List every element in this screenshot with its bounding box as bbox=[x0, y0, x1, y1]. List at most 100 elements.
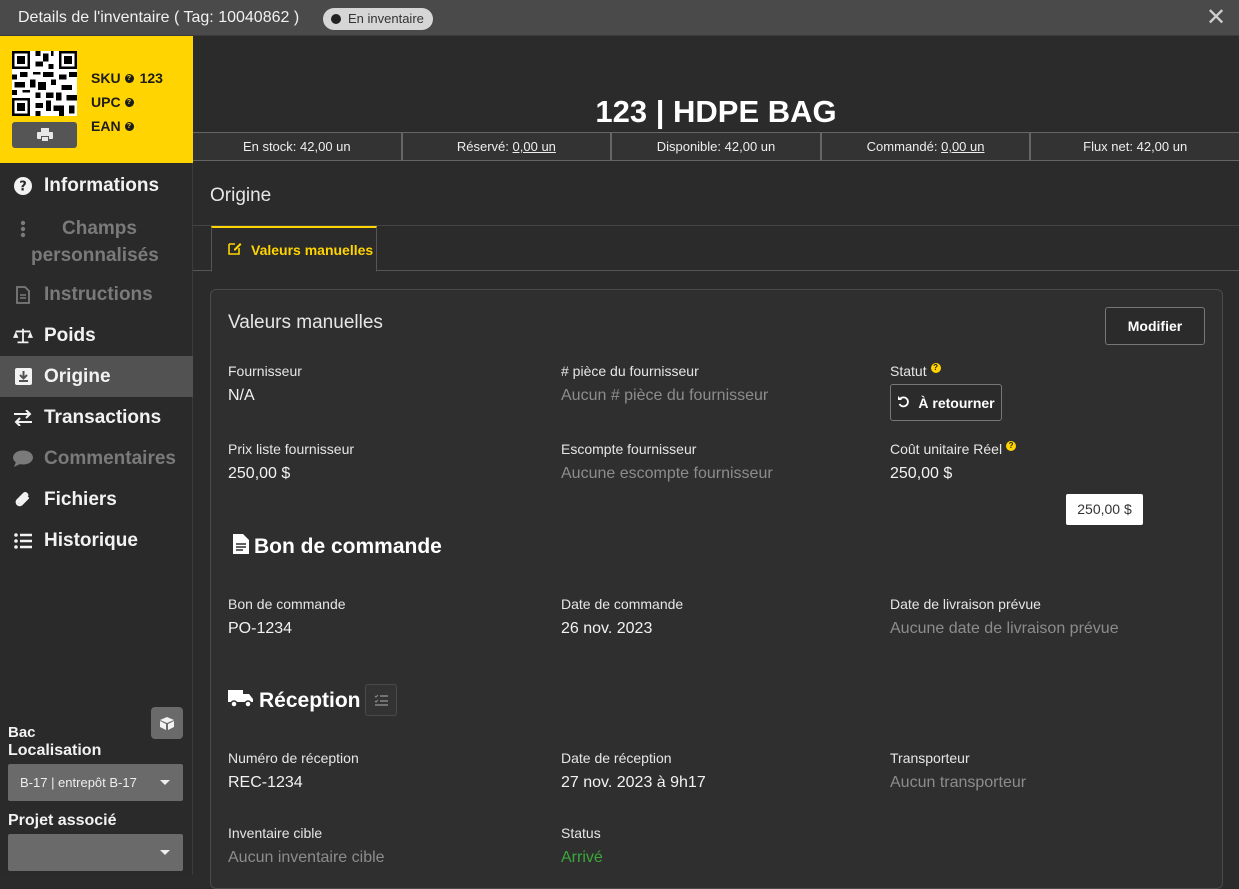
document-icon bbox=[13, 285, 33, 305]
numero-reception-field: Numéro de réception REC-1234 bbox=[228, 750, 359, 791]
chevron-down-icon bbox=[160, 850, 170, 855]
main-content: Origine Valeurs manuelles Valeurs manuel… bbox=[193, 161, 1239, 889]
modify-button[interactable]: Modifier bbox=[1105, 307, 1205, 345]
tab-valeurs-manuelles[interactable]: Valeurs manuelles bbox=[211, 226, 377, 272]
card-title: Valeurs manuelles bbox=[228, 312, 383, 333]
balance-scale-icon bbox=[13, 326, 33, 346]
sidebar-item-label: Transactions bbox=[44, 406, 162, 428]
prix-liste-field: Prix liste fournisseur 250,00 $ bbox=[228, 441, 355, 482]
product-codes: SKU? 123 UPC? EAN? bbox=[91, 66, 163, 138]
piece-fournisseur-field: # pièce du fournisseur Aucun # pièce du … bbox=[561, 363, 769, 404]
bon-commande-heading: Bon de commande bbox=[233, 534, 442, 560]
status-badge-label: En inventaire bbox=[348, 11, 424, 26]
stat-flux-net: Flux net: 42,00 un bbox=[1083, 139, 1188, 154]
section-title: Origine bbox=[210, 185, 272, 206]
sidebar-nav: ? Informations Champs personnalisés Inst… bbox=[0, 165, 193, 561]
stock-stats-bar: En stock: 42,00 un Réservé: 0,00 un Disp… bbox=[193, 132, 1239, 161]
truck-icon bbox=[228, 688, 254, 714]
sidebar-item-origine[interactable]: Origine bbox=[0, 356, 193, 397]
cout-tooltip: 250,00 $ bbox=[1066, 494, 1143, 525]
ean-label: EAN bbox=[91, 118, 121, 134]
projet-label: Projet associé bbox=[8, 812, 117, 829]
svg-text:?: ? bbox=[19, 179, 27, 194]
reception-heading: Réception bbox=[228, 688, 361, 714]
localisation-select[interactable]: B-17 | entrepôt B-17 bbox=[8, 764, 183, 801]
bon-commande-field: Bon de commande PO-1234 bbox=[228, 596, 346, 637]
date-livraison-field: Date de livraison prévue Aucune date de … bbox=[890, 596, 1119, 637]
download-box-icon bbox=[13, 367, 33, 387]
fournisseur-field: Fournisseur N/A bbox=[228, 363, 302, 404]
projet-select[interactable] bbox=[8, 834, 183, 871]
printer-icon bbox=[36, 128, 53, 142]
sidebar-item-label: Commentaires bbox=[44, 447, 176, 469]
stat-en-stock: En stock: 42,00 un bbox=[193, 133, 403, 160]
cout-unitaire-field: Coût unitaire Réel? 250,00 $ bbox=[890, 441, 1017, 483]
help-icon[interactable]: ? bbox=[124, 97, 134, 107]
exchange-arrows-icon bbox=[13, 408, 33, 428]
comment-icon bbox=[13, 449, 33, 469]
bac-row: Bac bbox=[8, 707, 183, 741]
sidebar: SKU? 123 UPC? EAN? ? Informations Champs … bbox=[0, 36, 193, 875]
statut-field: Statut? À retourner bbox=[890, 363, 1002, 421]
sidebar-item-champs[interactable]: Champs personnalisés bbox=[0, 206, 193, 274]
help-icon[interactable]: ? bbox=[124, 73, 134, 83]
sidebar-item-label: Fichiers bbox=[44, 488, 117, 510]
paperclip-icon bbox=[13, 490, 33, 510]
help-icon[interactable]: ? bbox=[930, 363, 941, 373]
close-icon[interactable]: ✕ bbox=[1203, 5, 1229, 31]
checklist-icon bbox=[374, 694, 388, 706]
question-circle-icon: ? bbox=[13, 176, 33, 196]
date-commande-field: Date de commande 26 nov. 2023 bbox=[561, 596, 684, 637]
sku-value: 123 bbox=[139, 70, 163, 86]
sidebar-item-commentaires[interactable]: Commentaires bbox=[0, 438, 193, 479]
undo-icon bbox=[897, 395, 910, 411]
tab-label: Valeurs manuelles bbox=[251, 241, 374, 258]
date-reception-field: Date de réception 27 nov. 2023 à 9h17 bbox=[561, 750, 706, 791]
a-retourner-button[interactable]: À retourner bbox=[890, 384, 1002, 421]
sidebar-item-historique[interactable]: Historique bbox=[0, 520, 193, 561]
window-titlebar: Details de l'inventaire ( Tag: 10040862 … bbox=[0, 0, 1239, 36]
status-field: Status Arrivé bbox=[561, 825, 603, 866]
sidebar-item-instructions[interactable]: Instructions bbox=[0, 274, 193, 315]
ean-row: EAN? bbox=[91, 114, 163, 138]
status-value: Arrivé bbox=[561, 849, 603, 866]
upc-row: UPC? bbox=[91, 90, 163, 114]
sidebar-item-label: Origine bbox=[44, 365, 111, 387]
escompte-field: Escompte fournisseur Aucune escompte fou… bbox=[561, 441, 773, 482]
localisation-value: B-17 | entrepôt B-17 bbox=[20, 775, 137, 790]
bac-label: Bac bbox=[8, 724, 36, 741]
stat-reserve[interactable]: Réservé: 0,00 un bbox=[403, 133, 613, 160]
file-text-icon bbox=[233, 534, 249, 560]
sidebar-item-fichiers[interactable]: Fichiers bbox=[0, 479, 193, 520]
product-title: 123 | HDPE BAG bbox=[595, 94, 837, 129]
chevron-down-icon bbox=[160, 780, 170, 785]
box-icon bbox=[160, 717, 174, 730]
sidebar-item-label: Champs personnalisés bbox=[31, 218, 159, 266]
sidebar-item-transactions[interactable]: Transactions bbox=[0, 397, 193, 438]
stat-disponible: Disponible: 42,00 un bbox=[612, 133, 822, 160]
list-icon bbox=[13, 531, 33, 551]
stat-commande[interactable]: Commandé: 0,00 un bbox=[822, 133, 1032, 160]
sidebar-item-label: Historique bbox=[44, 529, 138, 551]
checklist-button[interactable] bbox=[365, 684, 397, 716]
edit-icon bbox=[228, 241, 242, 258]
identity-box: SKU? 123 UPC? EAN? bbox=[0, 36, 193, 163]
item-header: 123 | HDPE BAG bbox=[193, 36, 1239, 132]
status-dot-icon bbox=[331, 14, 341, 24]
origine-card: Valeurs manuelles Modifier Fournisseur N… bbox=[210, 289, 1223, 889]
sidebar-item-label: Poids bbox=[44, 324, 96, 346]
print-button[interactable] bbox=[12, 122, 77, 148]
help-icon[interactable]: ? bbox=[1006, 441, 1017, 451]
help-icon[interactable]: ? bbox=[124, 121, 134, 131]
sku-row: SKU? 123 bbox=[91, 66, 163, 90]
transporteur-field: Transporteur Aucun transporteur bbox=[890, 750, 1027, 791]
sidebar-item-poids[interactable]: Poids bbox=[0, 315, 193, 356]
status-badge: En inventaire bbox=[323, 8, 433, 30]
sku-label: SKU bbox=[91, 70, 121, 86]
upc-label: UPC bbox=[91, 94, 121, 110]
bac-button[interactable] bbox=[151, 707, 183, 739]
vertical-ellipsis-icon bbox=[13, 219, 33, 239]
tab-bar: Valeurs manuelles bbox=[193, 225, 1239, 272]
sidebar-item-informations[interactable]: ? Informations bbox=[0, 165, 193, 206]
sidebar-item-label: Instructions bbox=[44, 283, 153, 305]
